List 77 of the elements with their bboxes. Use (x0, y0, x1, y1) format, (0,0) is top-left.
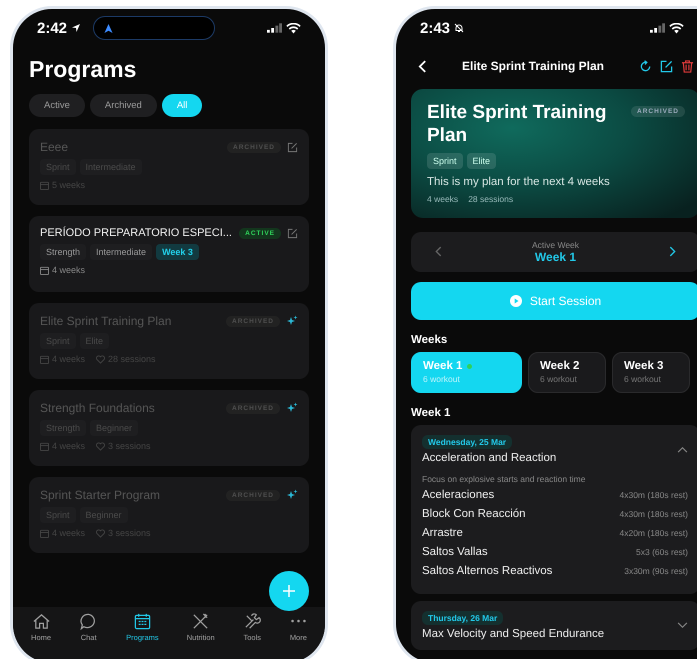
plus-icon (282, 584, 296, 598)
expand-icon[interactable] (677, 622, 688, 629)
tools-icon (242, 612, 262, 631)
wifi-icon (669, 22, 684, 34)
collapse-icon[interactable] (677, 446, 688, 453)
tag: Sprint (427, 152, 463, 169)
previous-icon[interactable] (435, 246, 442, 258)
program-title: Eeee (40, 140, 70, 154)
plan-title: Elite Sprint Training Plan (427, 102, 608, 148)
exercise-detail: 4x30m (180s rest) (620, 508, 688, 519)
calendar-icon (40, 442, 49, 450)
signal-icon (267, 23, 282, 33)
exercise-detail: 4x20m (180s rest) (620, 528, 688, 538)
session-title: Max Velocity and Speed Endurance (422, 628, 604, 640)
tag: Intermediate (90, 244, 152, 260)
navigation-arrow-icon (104, 24, 114, 32)
edit-icon[interactable] (287, 142, 298, 152)
exercise-name: Aceleraciones (422, 488, 494, 501)
session-card[interactable]: Thursday, 26 Mar Max Velocity and Speed Endurance (411, 600, 697, 650)
session-card[interactable] (411, 424, 697, 594)
bell-slash-icon (454, 23, 464, 33)
program-title: Sprint Starter Program (40, 488, 162, 502)
exercise-detail: 5x3 (60s rest) (636, 546, 688, 557)
heart-icon (96, 528, 106, 538)
tag: Week 3 (156, 244, 199, 260)
calendar-icon (40, 180, 49, 190)
filter-chip[interactable]: Archived (90, 94, 157, 117)
exercise-name: Arrastre (422, 526, 463, 539)
program-title: PERÍODO PREPARATORIO ESPECI... (40, 227, 233, 239)
refresh-icon[interactable] (639, 60, 652, 72)
utensils-icon (191, 612, 210, 631)
signal-icon (650, 23, 665, 33)
status-time: 2:43 (420, 20, 450, 36)
session-title: Acceleration and Reaction (422, 452, 556, 464)
next-icon[interactable] (669, 246, 676, 258)
program-title: Elite Sprint Training Plan (40, 314, 172, 328)
sessions-count: 28 sessions (468, 194, 514, 204)
more-icon (290, 619, 307, 623)
home-icon (32, 612, 51, 631)
date-badge: Wednesday, 25 Mar (422, 434, 512, 449)
program-title: Strength Foundations (40, 401, 156, 415)
back-icon[interactable] (418, 60, 427, 72)
exercise-name: Saltos Alternos Reactivos (422, 564, 552, 577)
exercise-name: Saltos Vallas (422, 546, 488, 558)
edit-icon[interactable] (660, 60, 673, 72)
section-heading: Weeks (411, 334, 448, 346)
exercise-name: Block Con Reacción (422, 508, 526, 520)
filter-chip[interactable]: Active (29, 94, 85, 117)
week-tile[interactable]: Week 2 6 workout (528, 352, 606, 393)
delete-icon[interactable] (681, 60, 694, 72)
exercise-detail: 4x30m (180s rest) (620, 490, 688, 500)
weeks-count: 4 weeks (52, 265, 86, 275)
calendar-icon (40, 354, 49, 364)
page-title: Programs (29, 56, 138, 83)
heart-icon (96, 354, 106, 364)
calendar-icon (40, 528, 49, 538)
location-arrow-icon (71, 23, 82, 33)
wifi-icon (286, 22, 301, 34)
calendar-icon (40, 266, 49, 274)
tag: Strength (40, 244, 86, 260)
add-button[interactable] (269, 571, 309, 611)
plan-description: This is my plan for the next 4 weeks (427, 176, 611, 188)
weeks-count: 4 weeks (427, 194, 458, 204)
week-tile[interactable]: Week 3 6 workout (612, 352, 690, 393)
heart-icon (96, 442, 106, 450)
active-week-value: Week 1 (534, 250, 576, 264)
tag: Elite (466, 152, 496, 169)
play-icon (510, 294, 522, 307)
status-time: 2:42 (37, 20, 68, 36)
active-week-label: Active Week (532, 240, 580, 250)
edit-icon[interactable] (287, 228, 298, 238)
session-focus: Focus on explosive starts and reaction time (422, 474, 586, 484)
date-badge: Thursday, 26 Mar (422, 610, 504, 625)
screen-title: Elite Sprint Training Plan (460, 59, 606, 73)
section-heading: Week 1 (411, 406, 452, 419)
calendar-icon (132, 612, 152, 631)
exercise-detail: 3x30m (90s rest) (624, 566, 688, 576)
